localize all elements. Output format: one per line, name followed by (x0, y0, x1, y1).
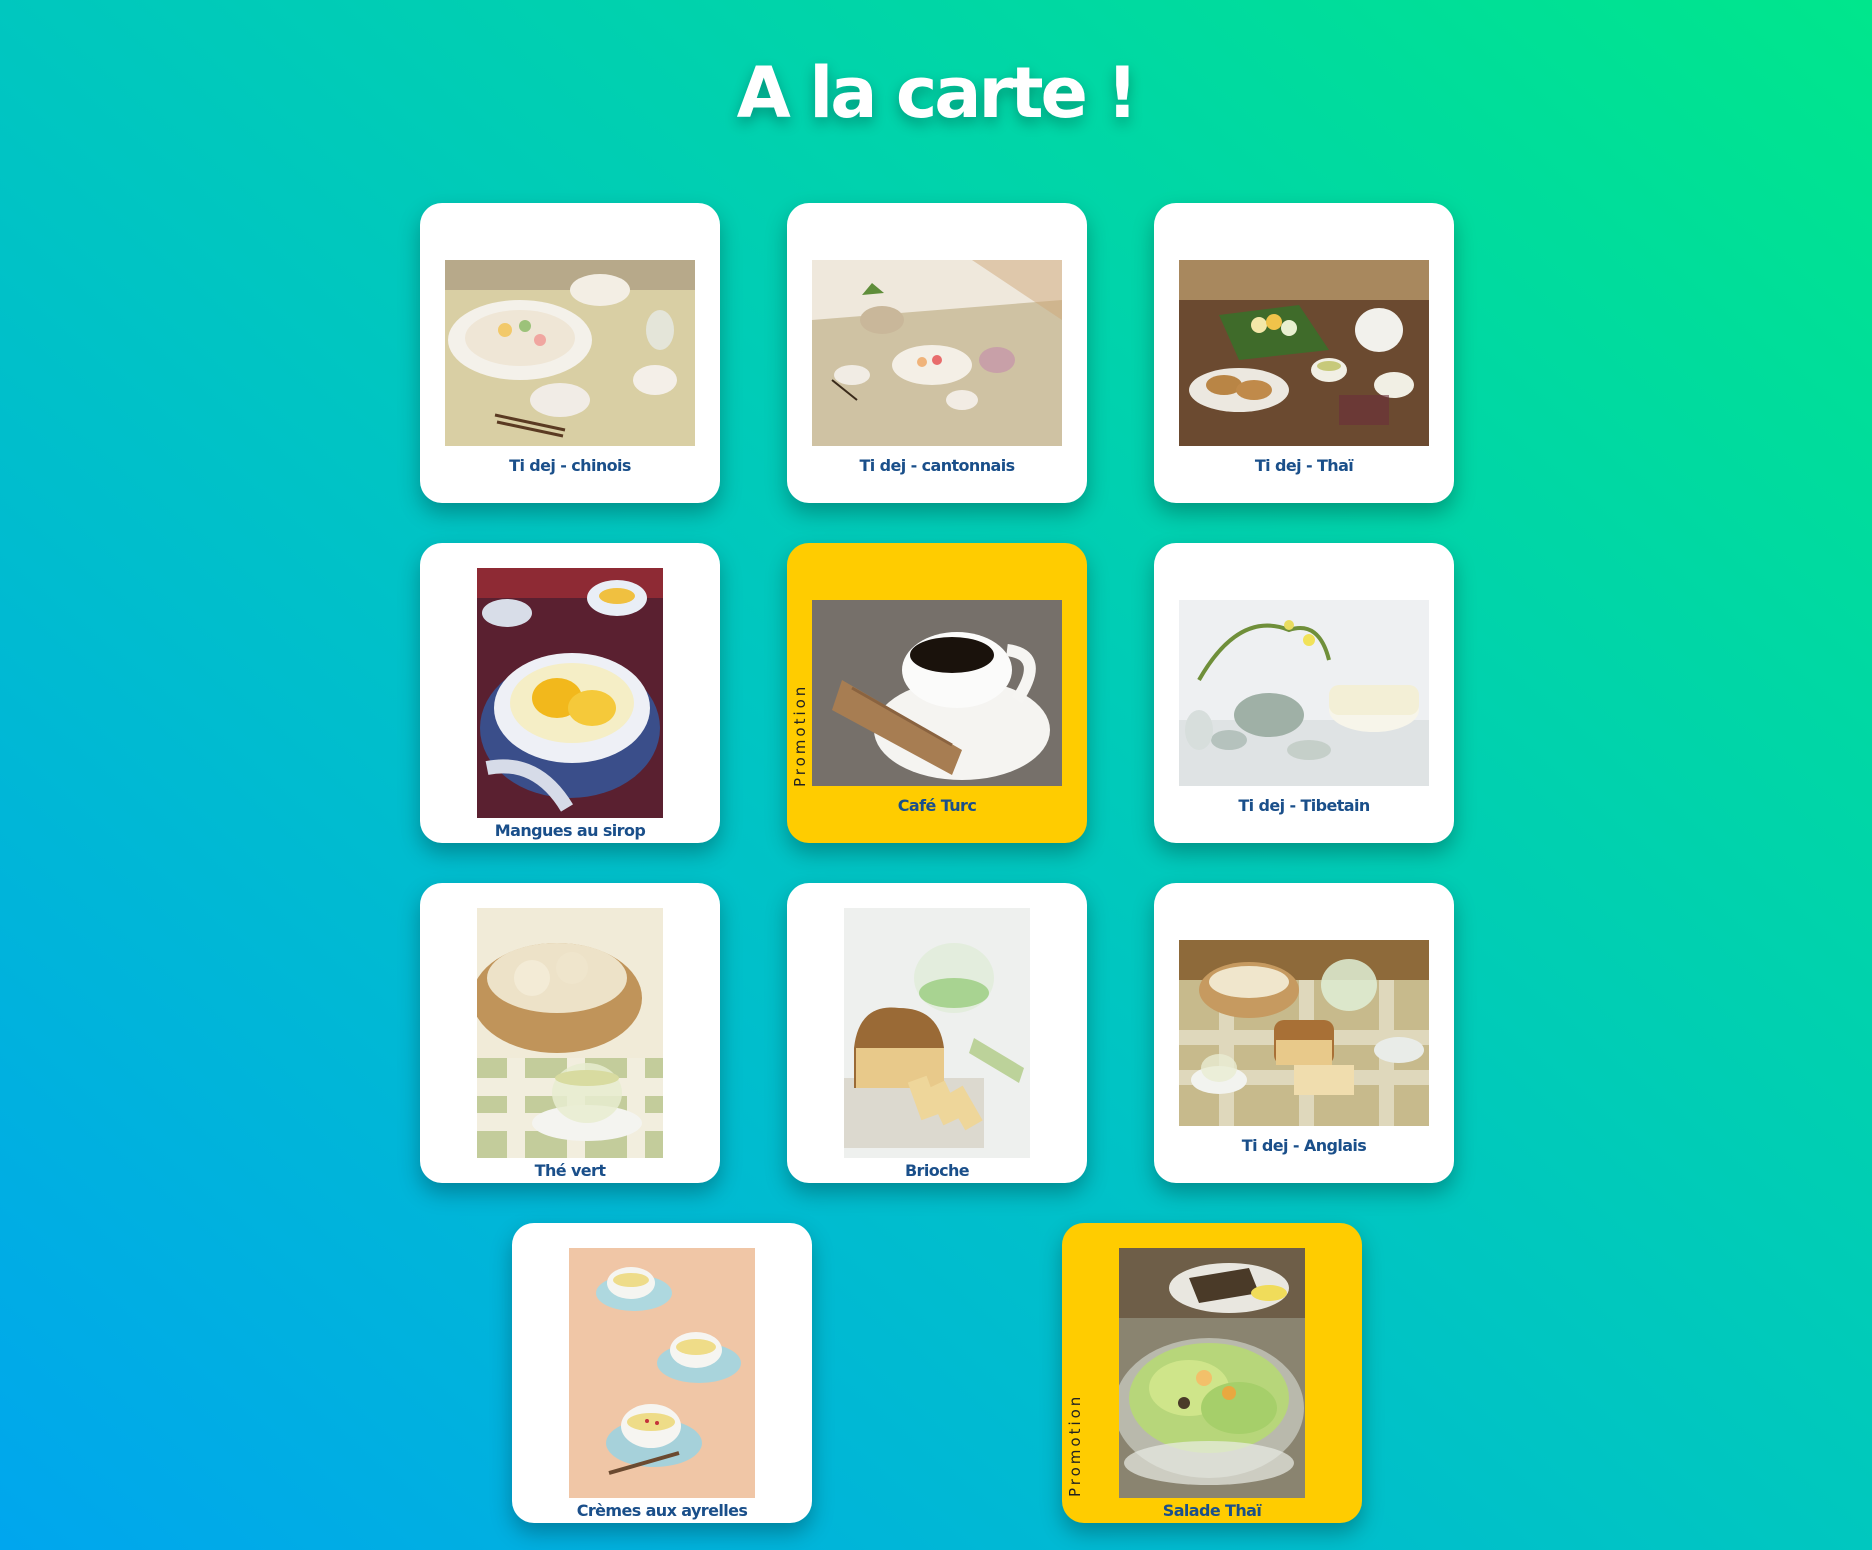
photo-english-breakfast (1179, 940, 1429, 1126)
menu-card-label: Crèmes aux ayrelles (576, 1501, 748, 1520)
menu-card-ti-dej-tibetain[interactable]: Ti dej - Tibetain (1154, 543, 1454, 843)
photo-green-tea-bread-basket (477, 908, 663, 1158)
photo-tea-sweets-thai (1179, 260, 1429, 446)
menu-card-ti-dej-chinois[interactable]: Ti dej - chinois (420, 203, 720, 503)
menu-card-salade-thai[interactable]: Promotion Salade Thaï (1062, 1223, 1362, 1523)
photo-thai-salad (1119, 1248, 1305, 1498)
menu-card-label: Brioche (904, 1161, 970, 1180)
menu-card-the-vert[interactable]: Thé vert (420, 883, 720, 1183)
menu-card-label: Mangues au sirop (494, 821, 646, 840)
menu-card-ti-dej-thai[interactable]: Ti dej - Thaï (1154, 203, 1454, 503)
menu-card-cremes-aux-ayrelles[interactable]: Crèmes aux ayrelles (512, 1223, 812, 1523)
promotion-badge: Promotion (1066, 1393, 1084, 1497)
menu-card-mangues-au-sirop[interactable]: Mangues au sirop (420, 543, 720, 843)
menu-card-label: Ti dej - Thaï (1254, 456, 1354, 475)
photo-table-setting-chinese (445, 260, 695, 446)
menu-card-brioche[interactable]: Brioche (787, 883, 1087, 1183)
photo-brioche-loaf (844, 908, 1030, 1158)
photo-coffee-biscotti (812, 600, 1062, 786)
menu-card-label: Ti dej - Anglais (1241, 1136, 1367, 1155)
photo-mango-bowl (477, 568, 663, 818)
menu-card-label: Salade Thaï (1162, 1501, 1262, 1520)
menu-card-label: Ti dej - cantonnais (859, 456, 1015, 475)
promotion-badge: Promotion (791, 683, 809, 787)
menu-card-label: Thé vert (534, 1161, 606, 1180)
menu-card-label: Ti dej - Tibetain (1238, 796, 1370, 815)
menu-card-ti-dej-anglais[interactable]: Ti dej - Anglais (1154, 883, 1454, 1183)
menu-card-label: Ti dej - chinois (509, 456, 631, 475)
menu-card-ti-dej-cantonnais[interactable]: Ti dej - cantonnais (787, 203, 1087, 503)
photo-tibetan-tea-cake (1179, 600, 1429, 786)
menu-card-cafe-turc[interactable]: Promotion Café Turc (787, 543, 1087, 843)
menu-card-label: Café Turc (897, 796, 977, 815)
photo-table-setting-cantonese (812, 260, 1062, 446)
photo-cream-cups (569, 1248, 755, 1498)
page-title: A la carte ! (736, 52, 1139, 134)
